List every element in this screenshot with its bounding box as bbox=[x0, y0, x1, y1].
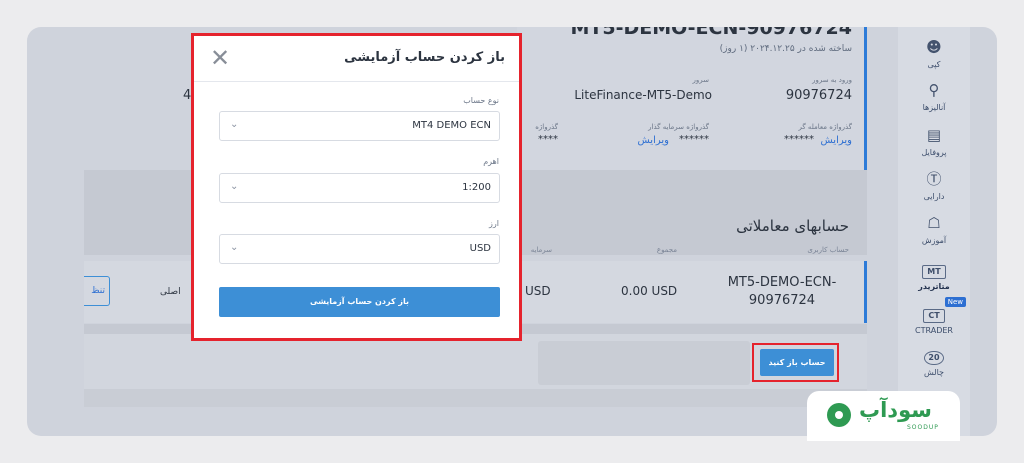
ctrader-icon: CT bbox=[923, 309, 945, 323]
col-total: مجموع bbox=[656, 246, 677, 254]
row-type: اصلی bbox=[160, 287, 181, 297]
sidebar-item-label: کپی bbox=[927, 60, 941, 69]
sidebar-item-copy[interactable]: ☻ کپی bbox=[898, 37, 970, 69]
investor-password-value: ****** bbox=[679, 134, 709, 145]
soodup-logo: سودآپ SOODUP bbox=[807, 391, 960, 441]
sidebar-item-ctrader[interactable]: CT New CTRADER bbox=[898, 297, 970, 335]
dollar-coin-icon: Ⓣ bbox=[926, 170, 942, 188]
chevron-down-icon: ⌄ bbox=[230, 119, 239, 130]
sidebar-item-label: چالش bbox=[923, 368, 945, 377]
account-card: MT5-DEMO-ECN-90976724 ساخته شده در ۲۰۲۴.… bbox=[517, 27, 867, 170]
demo-account-modal: باز کردن حساب آزمایشی ✕ نوع حساب ⌄ MT4 D… bbox=[191, 33, 522, 341]
sidebar: ☻ کپی ⚲ آنالیزها ▤ پروفایل Ⓣ دارایی ☖ آم… bbox=[898, 27, 970, 436]
graduation-cap-icon: ☖ bbox=[927, 214, 941, 232]
new-badge: New bbox=[944, 297, 966, 307]
challenge-20-icon: 20 bbox=[924, 351, 944, 365]
trading-accounts-title: حسابهای معاملاتی bbox=[736, 217, 849, 235]
sidebar-item-profile[interactable]: ▤ پروفایل bbox=[898, 125, 970, 157]
open-demo-account-button[interactable]: باز کردن حساب آزمایشی bbox=[219, 287, 500, 317]
investor-password-edit-link[interactable]: ویرایش bbox=[638, 135, 669, 146]
col-investor: سرمایه bbox=[530, 246, 552, 254]
sidebar-item-education[interactable]: ☖ آموزش bbox=[898, 213, 970, 245]
server-label: سرور bbox=[692, 76, 710, 84]
modal-header: باز کردن حساب آزمایشی ✕ bbox=[194, 36, 519, 82]
row-investor: USD bbox=[525, 284, 551, 298]
account-type-value: MT4 DEMO ECN bbox=[412, 120, 491, 131]
bottom-placeholder-box bbox=[538, 341, 750, 385]
sidebar-item-metatrader[interactable]: MT متاتریدر bbox=[898, 259, 970, 291]
trader-password-value: ****** bbox=[784, 134, 814, 145]
server-value: LiteFinance-MT5-Demo bbox=[574, 88, 712, 102]
sidebar-item-label: CTRADER bbox=[915, 326, 953, 335]
account-created: ساخته شده در ۲۰۲۴.۱۲.۲۵ (۱ روز) bbox=[719, 44, 852, 54]
leverage-value: 1:200 bbox=[462, 182, 491, 193]
bottom-band bbox=[84, 389, 867, 407]
magnifier-chart-icon: ⚲ bbox=[928, 81, 940, 99]
close-icon[interactable]: ✕ bbox=[210, 44, 230, 72]
open-account-button[interactable]: حساب باز کنید bbox=[760, 349, 834, 376]
account-title: MT5-DEMO-ECN-90976724 bbox=[570, 27, 853, 39]
logo-text: سودآپ bbox=[859, 398, 932, 422]
modal-title: باز کردن حساب آزمایشی bbox=[344, 50, 505, 65]
chevron-down-icon: ⌄ bbox=[230, 181, 239, 192]
third-password-label: گذرواژه bbox=[535, 123, 558, 131]
sidebar-item-label: آنالیزها bbox=[922, 103, 946, 112]
col-user-account: حساب کاربری bbox=[807, 246, 849, 254]
sidebar-item-label: آموزش bbox=[921, 236, 947, 245]
logo-sub: SOODUP bbox=[907, 424, 939, 431]
sidebar-item-label: دارایی bbox=[923, 192, 945, 201]
sidebar-item-label: پروفایل bbox=[921, 148, 947, 157]
server-login-label: ورود به سرور bbox=[812, 76, 852, 84]
id-card-icon: ▤ bbox=[926, 126, 942, 144]
settings-button[interactable]: تنظ bbox=[84, 276, 110, 306]
leverage-label: اهرم bbox=[483, 157, 499, 166]
chevron-down-icon: ⌄ bbox=[230, 242, 239, 253]
row-account-name[interactable]: MT5-DEMO-ECN-90976724 bbox=[727, 274, 837, 310]
trader-password-label: گذرواژه معامله گر bbox=[798, 123, 852, 131]
sidebar-item-analytics[interactable]: ⚲ آنالیزها bbox=[898, 80, 970, 112]
third-password-value: **** bbox=[538, 134, 558, 145]
leverage-select[interactable]: ⌄ 1:200 bbox=[219, 173, 500, 203]
account-type-label: نوع حساب bbox=[463, 96, 499, 105]
person-copy-icon: ☻ bbox=[926, 38, 942, 56]
server-login-value: 90976724 bbox=[785, 88, 852, 103]
sidebar-item-challenge[interactable]: 20 چالش bbox=[898, 345, 970, 377]
row-total: 0.00 USD bbox=[621, 284, 678, 298]
soodup-logo-icon bbox=[827, 403, 851, 427]
sidebar-item-label: متاتریدر bbox=[918, 282, 950, 291]
currency-select[interactable]: ⌄ USD bbox=[219, 234, 500, 264]
sidebar-item-assets[interactable]: Ⓣ دارایی bbox=[898, 169, 970, 201]
trader-password-edit-link[interactable]: ویرایش bbox=[821, 135, 852, 146]
account-type-select[interactable]: ⌄ MT4 DEMO ECN bbox=[219, 111, 500, 141]
currency-value: USD bbox=[469, 243, 491, 254]
investor-password-label: گذرواژه سرمایه گذار bbox=[648, 123, 709, 131]
metatrader-icon: MT bbox=[922, 265, 946, 279]
currency-label: ارز bbox=[489, 219, 499, 228]
